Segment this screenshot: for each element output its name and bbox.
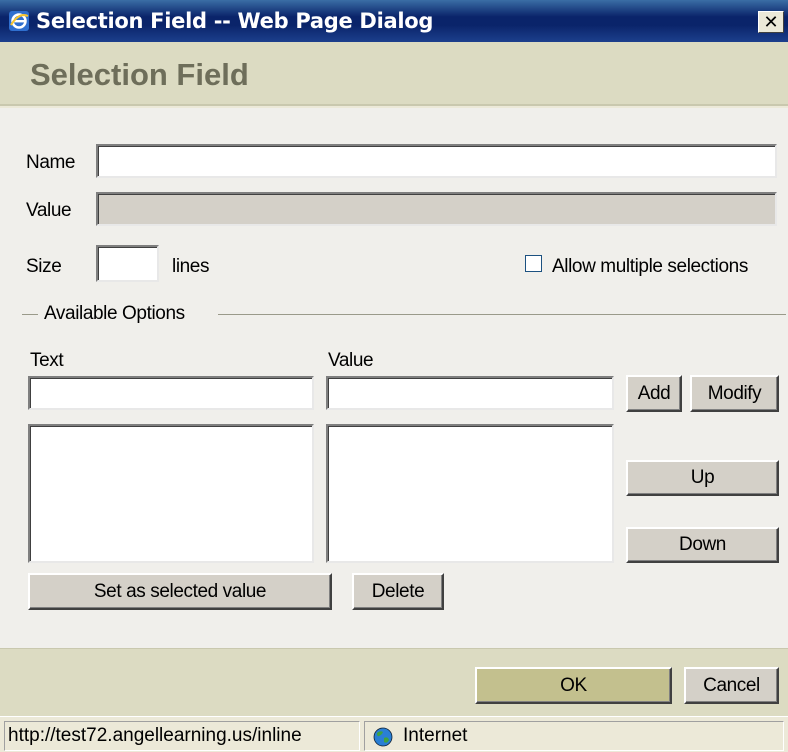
option-text-input[interactable]: [28, 376, 314, 410]
text-column-header: Text: [30, 350, 64, 371]
move-up-button[interactable]: Up: [626, 460, 779, 496]
option-text-listbox[interactable]: [28, 424, 314, 563]
size-field[interactable]: [96, 245, 159, 282]
move-down-button[interactable]: Down: [626, 527, 779, 563]
modify-button[interactable]: Modify: [690, 375, 779, 412]
dialog-footer: OK Cancel: [0, 648, 788, 716]
allow-multiple-label: Allow multiple selections: [552, 256, 748, 277]
name-label: Name: [26, 152, 76, 173]
value-label: Value: [26, 200, 72, 221]
globe-icon: [373, 727, 393, 747]
option-value-listbox[interactable]: [326, 424, 614, 563]
window-titlebar: Selection Field -- Web Page Dialog ✕: [0, 0, 788, 42]
option-value-input[interactable]: [326, 376, 614, 410]
fieldset-divider-left: [22, 314, 38, 315]
name-field[interactable]: [96, 144, 777, 178]
value-column-header: Value: [328, 350, 374, 371]
add-button[interactable]: Add: [626, 375, 682, 412]
close-icon: ✕: [763, 12, 779, 33]
status-bar: http://test72.angellearning.us/inline In…: [0, 716, 788, 752]
size-unit-label: lines: [172, 256, 210, 277]
status-zone: Internet: [364, 721, 784, 751]
size-label: Size: [26, 256, 62, 277]
value-field: [96, 192, 777, 226]
dialog-header: Selection Field: [0, 42, 788, 106]
status-url: http://test72.angellearning.us/inline: [4, 721, 360, 751]
delete-button[interactable]: Delete: [352, 573, 444, 610]
cancel-button[interactable]: Cancel: [684, 667, 779, 704]
available-options-legend: Available Options: [44, 303, 185, 324]
close-button[interactable]: ✕: [758, 11, 784, 33]
set-selected-value-button[interactable]: Set as selected value: [28, 573, 332, 610]
ie-icon: [9, 11, 29, 31]
window-title: Selection Field -- Web Page Dialog: [36, 9, 434, 33]
page-title: Selection Field: [30, 57, 249, 92]
zone-label: Internet: [403, 725, 468, 746]
ok-button[interactable]: OK: [475, 667, 672, 704]
allow-multiple-checkbox[interactable]: [525, 255, 542, 272]
dialog-content: Name Value Size lines Allow multiple sel…: [0, 108, 788, 648]
fieldset-divider-right: [218, 314, 786, 315]
